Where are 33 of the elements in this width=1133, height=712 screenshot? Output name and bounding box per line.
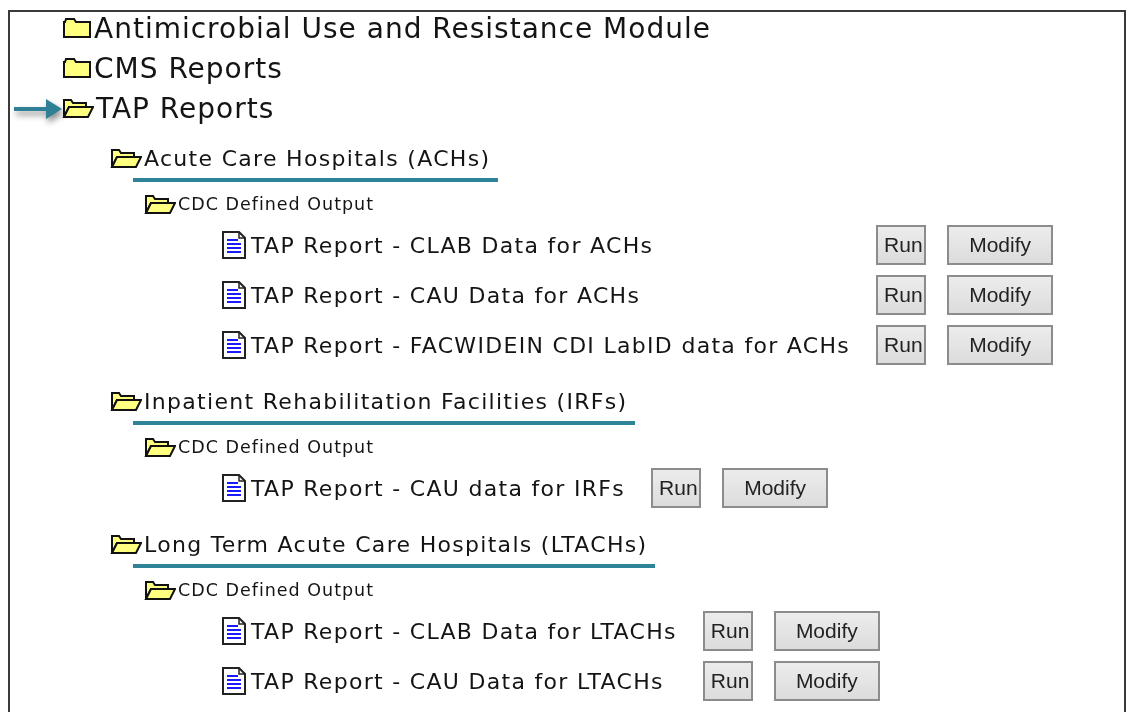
modify-button[interactable]: Modify bbox=[947, 325, 1054, 365]
report-link[interactable]: TAP Report - CLAB Data for ACHs bbox=[251, 232, 654, 258]
tree-item[interactable]: CDC Defined Output bbox=[178, 580, 375, 600]
document-icon bbox=[221, 474, 247, 502]
report-link[interactable]: TAP Report - CLAB Data for LTACHs bbox=[251, 618, 677, 644]
document-icon bbox=[221, 667, 247, 695]
document-icon bbox=[221, 331, 247, 359]
report-link[interactable]: TAP Report - CAU Data for LTACHs bbox=[251, 668, 664, 694]
run-button[interactable]: Run bbox=[876, 275, 927, 315]
tree-item[interactable]: CDC Defined Output bbox=[178, 194, 375, 214]
run-button[interactable]: Run bbox=[651, 468, 702, 508]
run-button[interactable]: Run bbox=[702, 661, 753, 701]
tree-item[interactable]: CMS Reports bbox=[94, 51, 283, 85]
tree-item[interactable]: Antimicrobial Use and Resistance Module bbox=[94, 11, 711, 45]
tree-item[interactable]: Acute Care Hospitals (ACHs) bbox=[144, 145, 491, 171]
report-link[interactable]: TAP Report - CAU data for IRFs bbox=[251, 475, 626, 501]
tree-item[interactable]: Long Term Acute Care Hospitals (LTACHs) bbox=[144, 531, 648, 557]
modify-button[interactable]: Modify bbox=[947, 225, 1054, 265]
document-icon bbox=[221, 617, 247, 645]
document-icon bbox=[221, 231, 247, 259]
modify-button[interactable]: Modify bbox=[947, 275, 1054, 315]
modify-button[interactable]: Modify bbox=[722, 468, 829, 508]
tree-item[interactable]: CDC Defined Output bbox=[178, 437, 375, 457]
document-icon bbox=[221, 281, 247, 309]
run-button[interactable]: Run bbox=[876, 225, 927, 265]
report-link[interactable]: TAP Report - FACWIDEIN CDI LabID data for ACHs bbox=[251, 332, 851, 358]
run-button[interactable]: Run bbox=[702, 611, 753, 651]
modify-button[interactable]: Modify bbox=[773, 661, 880, 701]
report-link[interactable]: TAP Report - CAU Data for ACHs bbox=[251, 282, 641, 308]
run-button[interactable]: Run bbox=[876, 325, 927, 365]
modify-button[interactable]: Modify bbox=[773, 611, 880, 651]
tree-item[interactable]: Inpatient Rehabilitation Facilities (IRFs) bbox=[144, 388, 628, 414]
tree-item[interactable]: TAP Reports bbox=[96, 91, 275, 125]
